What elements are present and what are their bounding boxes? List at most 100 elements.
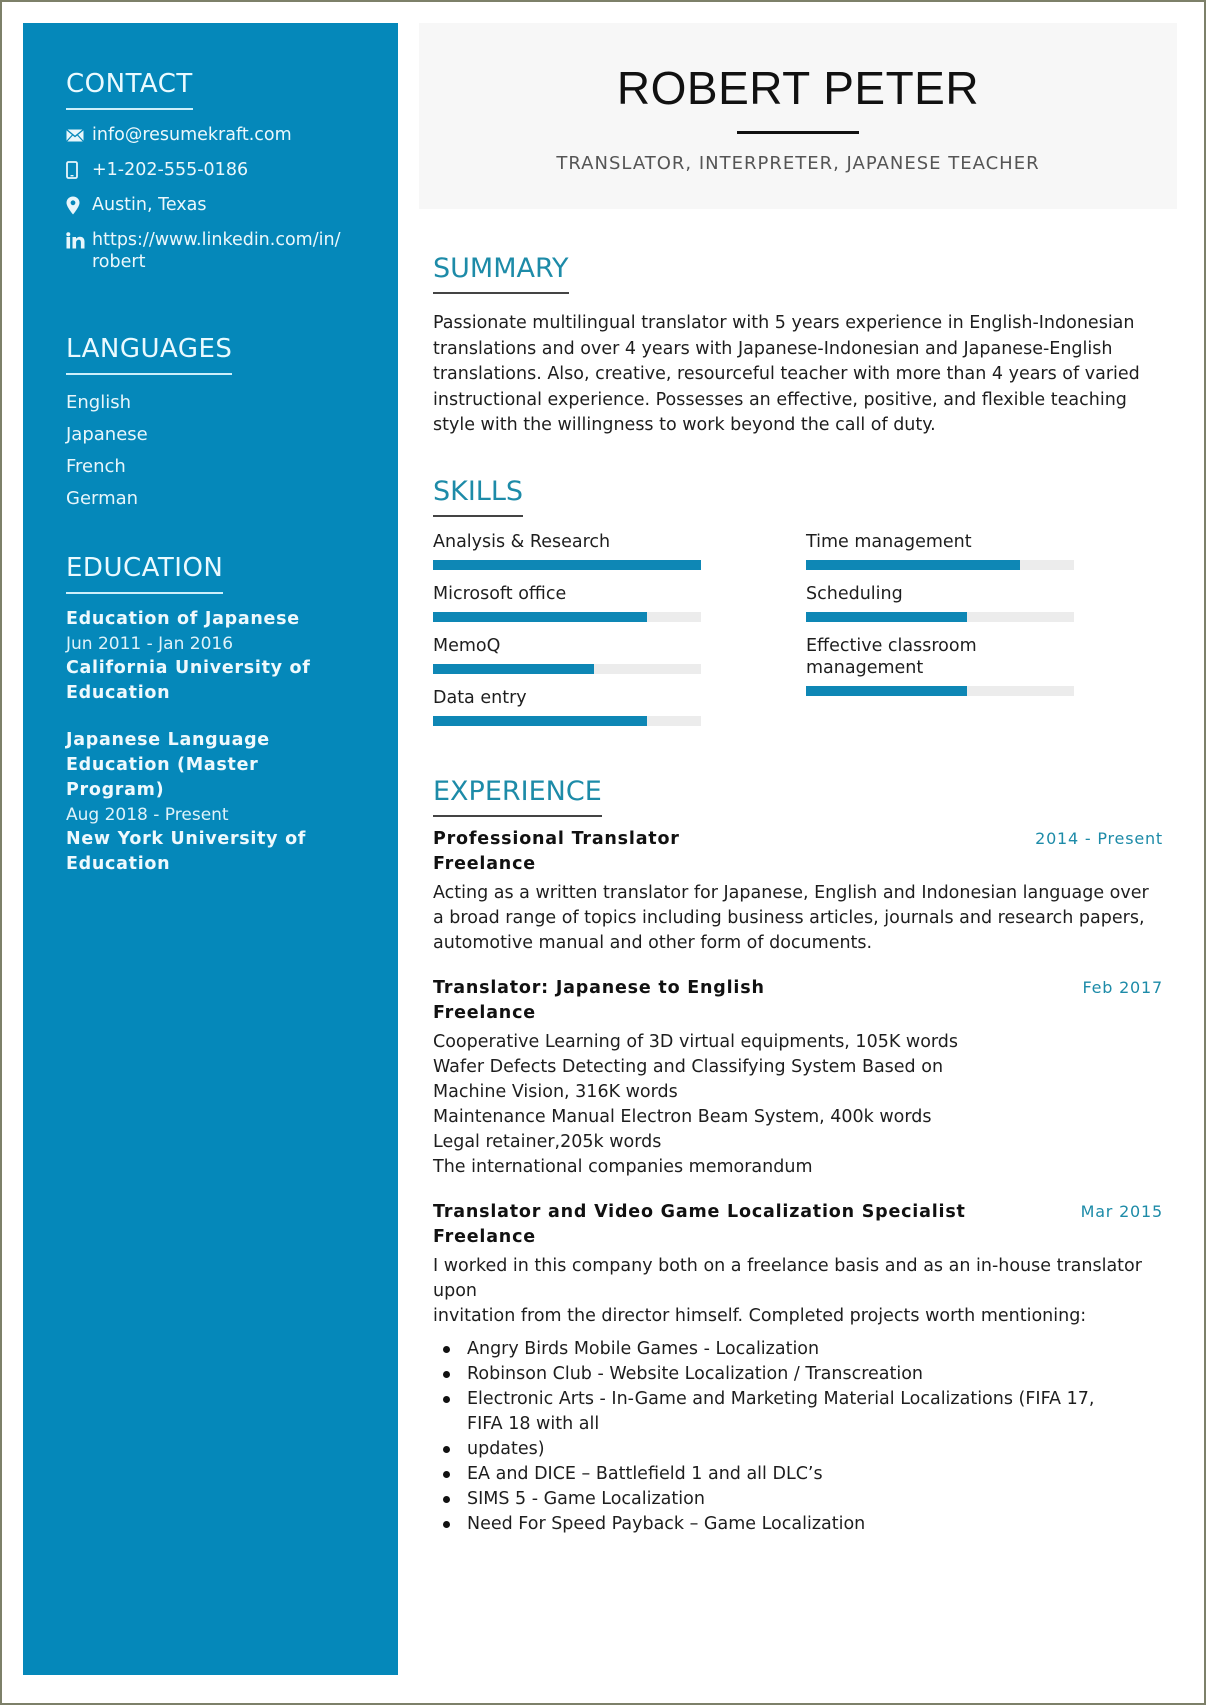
job-date: Mar 2015 bbox=[1080, 1202, 1163, 1221]
language-list: English Japanese French German bbox=[66, 387, 378, 515]
skill-level-track bbox=[433, 560, 701, 570]
job-entry: Professional Translator Freelance 2014 -… bbox=[433, 827, 1163, 956]
skill-item: Effective classroom management bbox=[806, 635, 1074, 696]
education-degree: Japanese Language Education (Master Prog… bbox=[66, 730, 270, 800]
job-description-line: invitation from the director himself. Co… bbox=[433, 1306, 1087, 1326]
job-description-line: upon bbox=[433, 1281, 477, 1301]
name-divider bbox=[737, 131, 859, 134]
skills-section: SKILLS Analysis & Research Microsoft offi… bbox=[433, 476, 1163, 741]
contact-title: CONTACT bbox=[66, 69, 193, 110]
skill-level-fill bbox=[433, 612, 648, 622]
language-item: German bbox=[66, 488, 139, 509]
contact-phone-text: +1-202-555-0186 bbox=[92, 160, 249, 180]
contact-email-text: info@resumekraft.com bbox=[92, 125, 292, 145]
contact-linkedin[interactable]: https://www.linkedin.com/in/robert bbox=[66, 229, 378, 273]
job-project-lines: Cooperative Learning of 3D virtual equip… bbox=[433, 1030, 1163, 1180]
skill-level-fill bbox=[433, 716, 648, 726]
job-project-line: Wafer Defects Detecting and Classifying … bbox=[433, 1057, 944, 1077]
contact-phone[interactable]: +1-202-555-0186 bbox=[66, 159, 378, 181]
job-company: Freelance bbox=[433, 1227, 536, 1247]
skill-item: Microsoft office bbox=[433, 583, 701, 622]
language-item: Japanese bbox=[66, 424, 148, 445]
education-section: EDUCATION Education of Japanese Jun 2011… bbox=[66, 553, 378, 899]
language-item: English bbox=[66, 392, 131, 413]
resume-header: ROBERT PETER TRANSLATOR, INTERPRETER, JA… bbox=[419, 23, 1177, 209]
job-description: Acting as a written translator for Japan… bbox=[433, 883, 1149, 953]
education-title: EDUCATION bbox=[66, 553, 224, 594]
skill-level-fill bbox=[806, 612, 967, 622]
skill-level-fill bbox=[806, 686, 967, 696]
education-school: California University of Education bbox=[66, 658, 311, 703]
skill-level-track bbox=[433, 664, 701, 674]
job-description: I worked in this company both on a freel… bbox=[433, 1254, 1163, 1329]
education-dates: Jun 2011 - Jan 2016 bbox=[66, 634, 234, 654]
job-title: Translator and Video Game Localization S… bbox=[433, 1202, 966, 1222]
summary-title: SUMMARY bbox=[433, 253, 569, 294]
skill-label: Time management bbox=[806, 532, 972, 552]
summary-section: SUMMARY Passionate multilingual translat… bbox=[433, 253, 1163, 439]
skill-item: Time management bbox=[806, 531, 1074, 570]
skill-level-track bbox=[433, 612, 701, 622]
skill-label: Microsoft office bbox=[433, 584, 567, 604]
job-project-line: The international companies memorandum bbox=[433, 1157, 813, 1177]
languages-section: LANGUAGES English Japanese French German bbox=[66, 334, 378, 515]
experience-section: EXPERIENCE Professional Translator Freel… bbox=[433, 776, 1163, 1551]
job-project-line: Cooperative Learning of 3D virtual equip… bbox=[433, 1032, 959, 1052]
languages-title: LANGUAGES bbox=[66, 334, 233, 375]
job-description-line: I worked in this company both on a freel… bbox=[433, 1256, 1142, 1276]
education-degree: Education of Japanese bbox=[66, 609, 300, 629]
summary-text: Passionate multilingual translator with … bbox=[433, 313, 1140, 435]
education-school: New York University of Education bbox=[66, 829, 307, 874]
contact-location-text: Austin, Texas bbox=[92, 195, 207, 215]
job-entry: Translator and Video Game Localization S… bbox=[433, 1200, 1163, 1537]
job-project-line: Legal retainer,205k words bbox=[433, 1132, 662, 1152]
education-dates: Aug 2018 - Present bbox=[66, 805, 229, 825]
skill-level-track bbox=[806, 686, 1074, 696]
skill-level-track bbox=[806, 612, 1074, 622]
contact-email[interactable]: info@resumekraft.com bbox=[66, 124, 378, 146]
job-project-item: Robinson Club - Website Localization / T… bbox=[433, 1362, 1163, 1387]
skill-level-fill bbox=[433, 560, 701, 570]
job-project-line: Maintenance Manual Electron Beam System,… bbox=[433, 1107, 932, 1127]
job-project-item: SIMS 5 - Game Localization bbox=[433, 1487, 1163, 1512]
skill-label: Analysis & Research bbox=[433, 532, 611, 552]
skill-label: Scheduling bbox=[806, 584, 903, 604]
skill-level-track bbox=[806, 560, 1074, 570]
skills-grid: Analysis & Research Microsoft office MemoQ… bbox=[433, 531, 1163, 741]
education-item: Education of Japanese Jun 2011 - Jan 201… bbox=[66, 607, 378, 706]
education-item: Japanese Language Education (Master Prog… bbox=[66, 728, 378, 877]
job-project-item: EA and DICE – Battlefield 1 and all DLC’… bbox=[433, 1462, 1163, 1487]
job-company: Freelance bbox=[433, 1003, 536, 1023]
contact-list: info@resumekraft.com +1-202-555-0186 Aus… bbox=[66, 124, 378, 273]
skills-title: SKILLS bbox=[433, 476, 524, 517]
education-list: Education of Japanese Jun 2011 - Jan 201… bbox=[66, 607, 378, 877]
skill-level-fill bbox=[433, 664, 594, 674]
mobile-phone-icon bbox=[66, 159, 92, 181]
location-pin-icon bbox=[66, 194, 92, 216]
contact-linkedin-text: https://www.linkedin.com/in/robert bbox=[92, 230, 341, 272]
skill-item: MemoQ bbox=[433, 635, 701, 674]
candidate-tagline: TRANSLATOR, INTERPRETER, JAPANESE TEACHE… bbox=[556, 153, 1040, 174]
skill-level-track bbox=[433, 716, 701, 726]
job-title: Translator: Japanese to English bbox=[433, 978, 765, 998]
job-entry: Translator: Japanese to English Freelanc… bbox=[433, 976, 1163, 1180]
job-project-line: Machine Vision, 316K words bbox=[433, 1082, 678, 1102]
skill-item: Data entry bbox=[433, 687, 701, 726]
skill-level-fill bbox=[806, 560, 1021, 570]
skill-item: Scheduling bbox=[806, 583, 1074, 622]
job-project-item: updates) bbox=[433, 1437, 1163, 1462]
linkedin-icon bbox=[66, 229, 92, 251]
skill-item: Analysis & Research bbox=[433, 531, 701, 570]
contact-location: Austin, Texas bbox=[66, 194, 378, 216]
job-project-list: Angry Birds Mobile Games - Localization … bbox=[433, 1337, 1163, 1537]
job-date: Feb 2017 bbox=[1082, 978, 1163, 997]
contact-section: CONTACT info@resumekraft.com +1-202-555-… bbox=[66, 69, 378, 286]
candidate-name: ROBERT PETER bbox=[616, 62, 980, 114]
skill-label: Data entry bbox=[433, 688, 527, 708]
sidebar: CONTACT info@resumekraft.com +1-202-555-… bbox=[23, 23, 398, 1675]
job-date: 2014 - Present bbox=[1035, 829, 1163, 848]
experience-title: EXPERIENCE bbox=[433, 776, 602, 817]
job-project-item: Angry Birds Mobile Games - Localization bbox=[433, 1337, 1163, 1362]
language-item: French bbox=[66, 456, 126, 477]
skill-label: MemoQ bbox=[433, 636, 501, 656]
